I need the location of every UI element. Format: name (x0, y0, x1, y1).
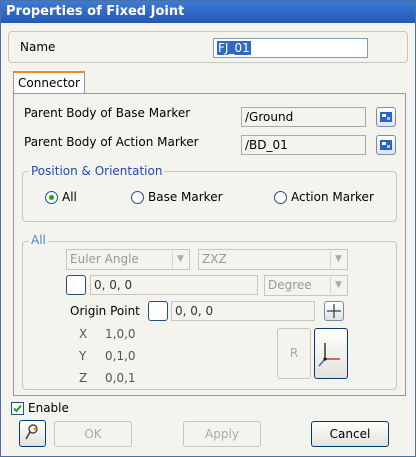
pin-button[interactable] (19, 420, 46, 447)
enable-checkbox[interactable] (11, 402, 24, 415)
axis-z-value: 0,0,1 (105, 371, 136, 385)
browse-icon (380, 140, 392, 150)
axis-y-value: 0,1,0 (105, 349, 136, 363)
radio-action-marker[interactable] (274, 191, 287, 204)
angles-field[interactable]: 0, 0, 0 (90, 275, 258, 295)
radio-base-marker-label: Base Marker (148, 190, 223, 204)
parent-base-field[interactable]: /Ground (241, 107, 366, 127)
radio-all-label: All (62, 190, 77, 204)
rotation-order-select-value: ZXZ (202, 252, 227, 266)
euler-angle-select-value: Euler Angle (70, 252, 139, 266)
rotation-order-select[interactable]: ZXZ ▼ (198, 249, 348, 270)
ok-button[interactable]: OK (54, 421, 132, 447)
parent-base-label: Parent Body of Base Marker (24, 106, 191, 120)
window-title: Properties of Fixed Joint (1, 1, 415, 23)
enable-label: Enable (28, 401, 69, 415)
axis-y-label: Y (79, 349, 87, 363)
chevron-down-icon: ▼ (330, 251, 346, 268)
axis-x-value: 1,0,0 (105, 327, 136, 341)
coordinate-axes-icon (318, 343, 340, 367)
pin-icon (24, 424, 38, 440)
origin-toggle-button[interactable] (148, 301, 168, 321)
axis-x-label: X (79, 327, 88, 341)
radio-base-marker[interactable] (131, 191, 144, 204)
browse-icon (380, 112, 392, 122)
parent-action-label: Parent Body of Action Marker (24, 135, 199, 149)
pick-origin-button[interactable] (324, 301, 344, 321)
name-field[interactable]: FJ_01 (213, 38, 368, 58)
orientation-axes-button[interactable] (314, 328, 348, 379)
chevron-down-icon: ▼ (172, 251, 188, 268)
radio-action-marker-label: Action Marker (291, 190, 374, 204)
name-value: FJ_01 (217, 41, 251, 55)
parent-action-browse-button[interactable] (376, 135, 396, 155)
angle-unit-select-value: Degree (268, 278, 312, 292)
cancel-button[interactable]: Cancel (311, 421, 389, 447)
parent-action-field[interactable]: /BD_01 (241, 135, 366, 155)
euler-angle-select[interactable]: Euler Angle ▼ (66, 249, 190, 270)
origin-point-label: Origin Point (70, 304, 140, 318)
chevron-down-icon: ▼ (330, 277, 346, 294)
position-orientation-legend: Position & Orientation (29, 164, 165, 178)
crosshair-icon (327, 304, 341, 318)
angles-toggle-button[interactable] (66, 275, 86, 295)
angle-unit-select[interactable]: Degree ▼ (264, 275, 348, 296)
all-legend: All (29, 233, 48, 247)
origin-point-field[interactable]: 0, 0, 0 (171, 301, 315, 321)
fixed-joint-dialog: Properties of Fixed Joint Name FJ_01 Con… (0, 0, 416, 457)
tab-connector[interactable]: Connector (13, 71, 85, 94)
checkmark-icon (13, 404, 22, 413)
name-label: Name (20, 40, 56, 54)
r-button[interactable]: R (277, 328, 311, 379)
parent-base-browse-button[interactable] (376, 107, 396, 127)
apply-button[interactable]: Apply (183, 421, 261, 447)
radio-all[interactable] (45, 191, 58, 204)
axis-z-label: Z (79, 371, 88, 385)
